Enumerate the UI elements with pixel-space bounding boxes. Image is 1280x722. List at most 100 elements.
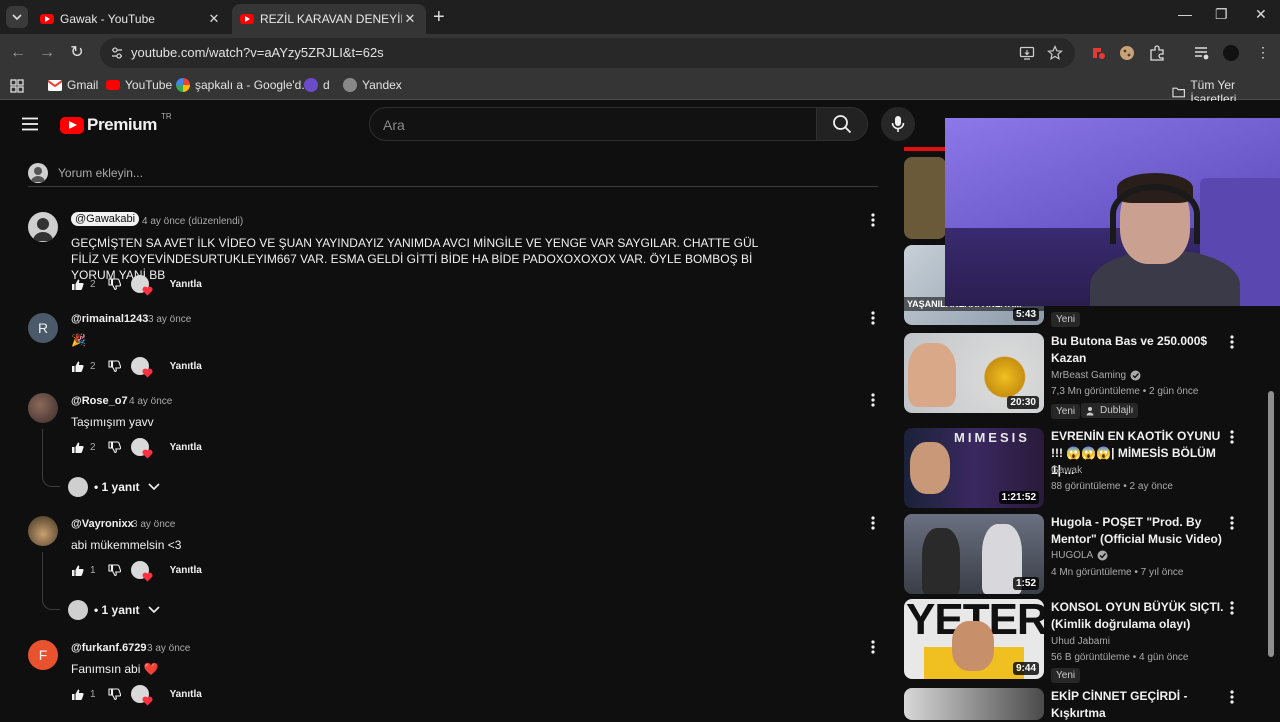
extension-cookie-icon[interactable] [1118,44,1136,62]
more-options-icon[interactable] [1230,430,1234,444]
microphone-icon [891,116,905,132]
youtube-premium-logo[interactable]: Premium TR [60,112,172,135]
sidebar-video-item[interactable]: MIMESIS 1:21:52 EVRENİN EN KAOTİK OYUNU … [904,428,1254,508]
more-options-icon[interactable] [871,393,875,407]
media-control-icon[interactable] [1193,44,1211,62]
comment-time[interactable]: 4 ay önce (düzenlendi) [142,216,243,227]
creator-heart-badge [130,685,153,706]
new-tab-button[interactable]: + [433,6,445,29]
more-options-icon[interactable] [1230,690,1234,704]
sidebar-video-item[interactable]: YETER 9:44 KONSOL OYUN BÜYÜK SIÇTI.(Kiml… [904,599,1254,683]
sidebar-video-item[interactable]: EKİP CİNNET GEÇİRDİ - Kışkırtma [904,688,1254,720]
more-options-icon[interactable] [871,516,875,530]
comment-author[interactable]: @Vayronixx [71,518,134,530]
dislike-icon[interactable] [108,277,121,291]
comment-time[interactable]: 3 ay önce [148,314,191,325]
comment-author[interactable]: @furkanf.6729 [71,642,147,654]
like-icon[interactable] [71,278,84,291]
tab-title: Gawak - YouTube [60,12,155,26]
comment-avatar[interactable] [28,212,58,242]
extensions-puzzle-icon[interactable] [1148,44,1166,62]
sidebar-video-item[interactable]: 20:30 Bu Butona Bas ve 250.000$ Kazan Mr… [904,333,1254,419]
comment-time[interactable]: 4 ay önce [129,396,172,407]
comment-author[interactable]: @rimainal1243 [71,313,148,325]
reply-button[interactable]: Yanıtla [170,689,202,700]
video-channel[interactable]: MrBeast Gaming [1051,370,1141,381]
comment-avatar[interactable] [28,393,58,423]
comment-author[interactable]: @Gawakabi [71,212,140,226]
video-duration: 1:52 [1012,577,1039,590]
video-title[interactable]: KONSOL OYUN BÜYÜK SIÇTI.(Kimlik doğrulam… [1051,599,1226,633]
address-bar[interactable]: youtube.com/watch?v=aAYzy5ZRJLI&t=62s [100,38,1075,68]
like-icon[interactable] [71,564,84,577]
reply-button[interactable]: Yanıtla [170,279,202,290]
voice-search-button[interactable] [881,107,915,141]
reply-button[interactable]: Yanıtla [170,442,202,453]
video-channel[interactable]: Gawak [1051,465,1082,476]
comment-avatar[interactable] [28,516,58,546]
close-window-button[interactable]: ✕ [1255,6,1267,23]
bookmark-youtube[interactable]: YouTube [106,78,172,92]
dislike-icon[interactable] [108,687,121,701]
sidebar-video-item[interactable]: 1:52 Hugola - POŞET "Prod. By Mentor" (O… [904,514,1254,594]
comment-avatar[interactable]: R [28,313,58,343]
video-title[interactable]: Hugola - POŞET "Prod. By Mentor" (Offici… [1051,514,1226,548]
extension-red-icon[interactable] [1089,44,1107,62]
more-options-icon[interactable] [871,640,875,654]
menu-hamburger-icon[interactable] [22,117,38,131]
reload-button[interactable]: ↻ [67,43,87,63]
browser-menu-icon[interactable]: ⋮ [1254,44,1272,62]
youtube-favicon-icon [240,14,254,24]
channel-name: HUGOLA [1051,550,1094,561]
search-input[interactable]: Ara [369,107,816,141]
more-options-icon[interactable] [1230,601,1234,615]
dislike-icon[interactable] [108,359,121,373]
view-replies-button[interactable]: • 1 yanıt [68,477,160,497]
comment-time[interactable]: 3 ay önce [147,643,190,654]
like-icon[interactable] [71,441,84,454]
comment-time[interactable]: 3 ay önce [132,519,175,530]
more-options-icon[interactable] [1230,335,1234,349]
add-comment-box[interactable]: Yorum ekleyin... [28,163,878,187]
minimize-button[interactable]: — [1178,6,1192,22]
site-info-icon[interactable] [110,46,124,60]
like-icon[interactable] [71,360,84,373]
video-title[interactable]: EKİP CİNNET GEÇİRDİ - Kışkırtma [1051,688,1226,722]
apps-grid-icon[interactable] [10,79,24,93]
close-tab-icon[interactable]: ✕ [402,11,418,27]
chevron-down-icon [147,483,160,491]
tab-rezil-karavan[interactable]: REZİL KARAVAN DENEYİMİ! RV ✕ [232,4,426,34]
like-icon[interactable] [71,688,84,701]
dislike-icon[interactable] [108,440,121,454]
bookmark-label: şapkalı a - Google'd... [195,78,312,92]
close-tab-icon[interactable]: ✕ [206,11,222,27]
more-options-icon[interactable] [871,213,875,227]
view-replies-button[interactable]: • 1 yanıt [68,600,160,620]
reply-button[interactable]: Yanıtla [170,361,202,372]
bookmark-yandex[interactable]: Yandex [343,78,402,92]
logo-word: Premium [87,115,157,134]
page-scrollbar[interactable] [1268,391,1274,657]
more-options-icon[interactable] [1230,516,1234,530]
more-options-icon[interactable] [871,311,875,325]
bookmark-gmail[interactable]: Gmail [48,78,98,92]
tab-search-button[interactable] [6,6,28,28]
profile-avatar-icon[interactable] [1222,44,1240,62]
bookmark-label: d [323,78,330,92]
install-app-icon[interactable] [1019,45,1035,61]
tab-gawak[interactable]: Gawak - YouTube ✕ [32,4,230,34]
video-channel[interactable]: Uhud Jabami [1051,636,1110,647]
bookmark-google[interactable]: şapkalı a - Google'd... [176,78,311,92]
restore-button[interactable]: ❐ [1215,6,1228,23]
bookmark-star-icon[interactable] [1047,45,1063,61]
back-button[interactable]: ← [8,43,28,63]
comment-author[interactable]: @Rose_o7 [71,395,128,407]
video-channel[interactable]: HUGOLA [1051,550,1108,561]
dislike-icon[interactable] [108,563,121,577]
bookmark-d[interactable]: d [304,78,330,92]
reply-button[interactable]: Yanıtla [170,565,202,576]
comment-avatar[interactable]: F [28,640,58,670]
forward-button[interactable]: → [37,43,57,63]
search-button[interactable] [816,107,868,141]
video-title[interactable]: Bu Butona Bas ve 250.000$ Kazan [1051,333,1226,367]
